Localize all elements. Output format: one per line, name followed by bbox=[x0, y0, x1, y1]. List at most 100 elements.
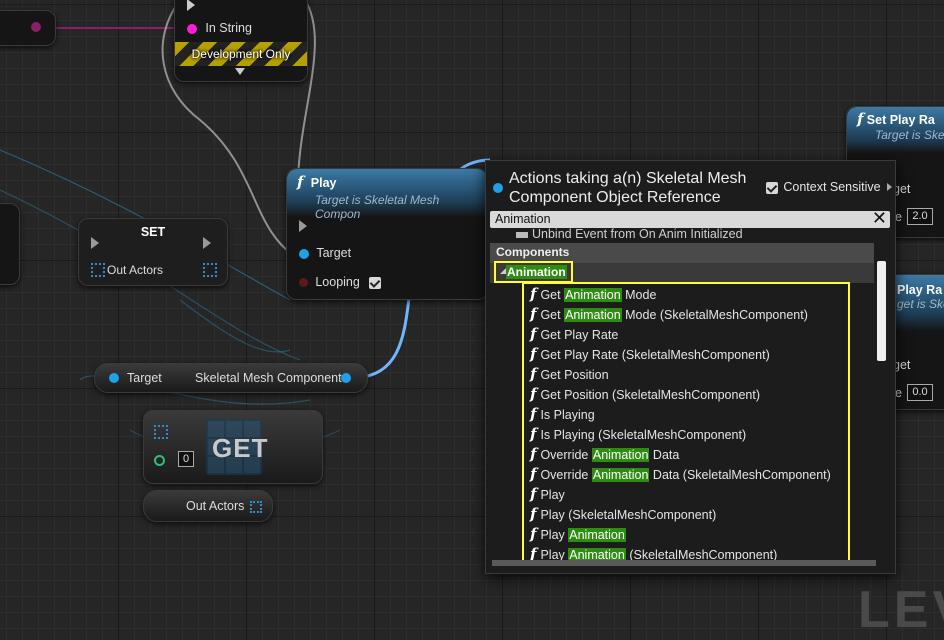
search-match-highlight: Animation bbox=[591, 468, 650, 482]
get-play-rate-value-input[interactable]: 0.0 bbox=[907, 384, 933, 401]
horizontal-scrollbar[interactable] bbox=[492, 560, 876, 566]
var-output-pin[interactable] bbox=[341, 373, 351, 383]
menu-item-label: Override bbox=[540, 468, 592, 482]
menu-item[interactable]: f Get Animation Mode bbox=[530, 284, 656, 304]
scrollbar-thumb[interactable] bbox=[877, 261, 886, 361]
get-node-title: GET bbox=[212, 433, 269, 463]
function-icon: f bbox=[857, 110, 864, 128]
set-out-actors-label: Out Actors bbox=[107, 263, 164, 277]
looping-label: Looping bbox=[315, 275, 360, 289]
menu-item-label: Play bbox=[540, 528, 569, 542]
clear-search-icon[interactable]: ✕ bbox=[872, 208, 887, 229]
context-sensitive-toggle[interactable]: Context Sensitive bbox=[766, 180, 892, 194]
menu-item[interactable]: f Play Animation bbox=[530, 524, 626, 544]
in-string-pin[interactable] bbox=[187, 23, 197, 34]
looping-pin[interactable] bbox=[299, 278, 308, 288]
play-node[interactable]: f Play Target is Skeletal Mesh Compon Ta… bbox=[286, 168, 488, 300]
menu-item[interactable]: f Is Playing bbox=[530, 404, 595, 424]
menu-item-label: Get Position bbox=[540, 368, 609, 382]
partial-node-left-mid[interactable] bbox=[0, 203, 20, 285]
menu-item[interactable]: f Get Position bbox=[530, 364, 609, 384]
menu-item-label-suffix: Data bbox=[649, 448, 680, 462]
function-icon: f bbox=[530, 385, 537, 403]
var-target-pin[interactable] bbox=[109, 373, 119, 383]
function-icon: f bbox=[530, 345, 537, 363]
function-icon: f bbox=[530, 285, 537, 303]
array-out-icon[interactable] bbox=[203, 263, 217, 277]
array-get-node[interactable]: GET 0 bbox=[143, 410, 323, 484]
get-play-rate-subtitle: get is Ske bbox=[897, 297, 944, 311]
set-play-rate-subtitle: Target is Ske bbox=[875, 128, 944, 142]
menu-item[interactable]: f Play (SkeletalMeshComponent) bbox=[530, 504, 716, 524]
function-icon: f bbox=[297, 173, 304, 191]
menu-item[interactable]: f Get Position (SkeletalMeshComponent) bbox=[530, 384, 760, 404]
context-arrow-icon bbox=[886, 183, 892, 191]
array-in-icon[interactable] bbox=[91, 263, 105, 277]
set-play-rate-title: Set Play Ra bbox=[866, 113, 935, 127]
menu-item[interactable]: f Override Animation Data bbox=[530, 444, 679, 464]
out-actors-array-icon[interactable] bbox=[250, 501, 262, 513]
out-actors-node[interactable]: Out Actors bbox=[143, 490, 273, 522]
skeletal-mesh-variable-node[interactable]: Target Skeletal Mesh Component bbox=[94, 363, 368, 393]
set-play-rate-header: f Set Play Ra Target is Ske bbox=[847, 107, 944, 153]
var-component-label: Skeletal Mesh Component bbox=[195, 371, 342, 385]
index-input[interactable]: 0 bbox=[178, 451, 194, 467]
partial-node-left-top[interactable] bbox=[0, 10, 56, 46]
set-exec-out-pin[interactable] bbox=[203, 237, 211, 249]
set-node[interactable]: SET Out Actors bbox=[78, 218, 228, 286]
looping-checkbox[interactable] bbox=[369, 276, 382, 289]
menu-item[interactable]: f Get Play Rate bbox=[530, 324, 618, 344]
menu-item-label: Is Playing bbox=[540, 408, 595, 422]
menu-item[interactable]: f Get Play Rate (SkeletalMeshComponent) bbox=[530, 344, 770, 364]
array-in-grid-icon[interactable] bbox=[154, 425, 168, 439]
subcategory-animation-label: Animation bbox=[506, 265, 567, 279]
target-pin-row[interactable]: Target bbox=[299, 246, 351, 260]
search-match-highlight: Animation bbox=[591, 448, 650, 462]
search-input[interactable]: Animation bbox=[495, 212, 551, 226]
action-menu[interactable]: Actions taking a(n) Skeletal Mesh Compon… bbox=[485, 160, 896, 574]
in-string-pin-row[interactable]: In String bbox=[187, 21, 252, 35]
exec-in-pin[interactable] bbox=[187, 0, 195, 11]
menu-item-label: Play bbox=[540, 488, 565, 502]
context-sensitive-checkbox[interactable] bbox=[766, 181, 778, 194]
set-exec-in-pin[interactable] bbox=[91, 237, 99, 249]
play-node-title: Play bbox=[310, 176, 337, 190]
function-icon: f bbox=[530, 325, 537, 343]
partial-row-icon bbox=[516, 232, 528, 238]
function-icon: f bbox=[530, 525, 537, 543]
play-exec-in-pin[interactable] bbox=[299, 220, 307, 232]
partial-row[interactable]: Unbind Event from On Anim Initialized bbox=[516, 228, 743, 241]
set-play-rate-value-input[interactable]: 2.0 bbox=[907, 208, 933, 225]
menu-item[interactable]: f Play bbox=[530, 484, 565, 504]
target-label: Target bbox=[316, 246, 352, 260]
menu-item-label: Get Play Rate bbox=[540, 328, 619, 342]
development-only-banner: Development Only bbox=[175, 42, 307, 66]
function-icon: f bbox=[530, 405, 537, 423]
print-string-node[interactable]: In String Development Only bbox=[174, 0, 308, 82]
expand-arrow-icon[interactable] bbox=[235, 68, 245, 75]
var-target-label: Target bbox=[127, 371, 162, 385]
menu-item[interactable]: f Is Playing (SkeletalMeshComponent) bbox=[530, 424, 746, 444]
target-pin[interactable] bbox=[299, 248, 309, 259]
menu-item[interactable]: f Get Animation Mode (SkeletalMeshCompone… bbox=[530, 304, 808, 324]
category-components[interactable]: Components bbox=[490, 243, 874, 263]
index-pin[interactable] bbox=[154, 455, 165, 466]
get-play-rate-title: Play Ra bbox=[897, 283, 943, 297]
set-play-rate-rate-label: e bbox=[895, 210, 902, 224]
function-icon: f bbox=[530, 445, 537, 463]
menu-list-area[interactable]: Unbind Event from On Anim Initialized Co… bbox=[490, 228, 876, 568]
output-pin-left[interactable] bbox=[31, 22, 41, 32]
menu-title: Actions taking a(n) Skeletal Mesh Compon… bbox=[509, 169, 746, 207]
function-icon: f bbox=[530, 505, 537, 523]
function-icon: f bbox=[530, 465, 537, 483]
menu-item-label: Get bbox=[540, 288, 565, 302]
function-icon: f bbox=[530, 365, 537, 383]
menu-item-label-suffix: Data (SkeletalMeshComponent) bbox=[649, 468, 831, 482]
menu-item[interactable]: f Override Animation Data (SkeletalMeshCo… bbox=[530, 464, 831, 484]
subcategory-animation[interactable]: Animation bbox=[494, 261, 573, 283]
search-field[interactable]: Animation ✕ bbox=[490, 208, 890, 229]
search-match-highlight: Animation bbox=[564, 288, 622, 302]
menu-item-label: Play (SkeletalMeshComponent) bbox=[540, 508, 717, 522]
search-match-highlight: Animation bbox=[568, 528, 626, 542]
looping-pin-row[interactable]: Looping bbox=[299, 275, 382, 289]
